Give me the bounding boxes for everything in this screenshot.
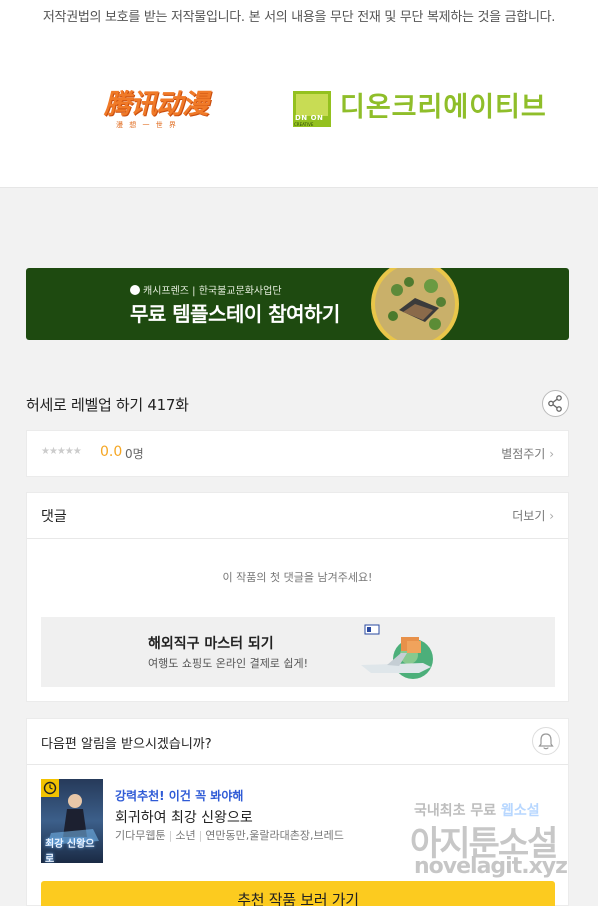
rate-button-label: 별점주기 <box>501 447 546 461</box>
overseas-shopping-ad[interactable]: 해외직구 마스터 되기 여행도 쇼핑도 온라인 결제로 쉽게! <box>41 617 555 687</box>
cashfriends-icon <box>130 285 140 295</box>
episode-title-row: 허세로 레벨업 하기 417화 <box>26 390 569 418</box>
tencent-comics-logo-tagline: 漫 想 一 世 界 <box>116 121 178 129</box>
dion-creative-badge: DN ON CREATIVE <box>293 91 331 127</box>
banner-sponsor: 캐시프렌즈 | 한국불교문화사업단 <box>130 282 282 297</box>
next-episode-prompt: 다음편 알림을 받으시겠습니까? <box>41 737 212 752</box>
recommend-category: 소년 <box>175 829 196 842</box>
cover-title-text: 최강 신왕으로 <box>45 839 95 863</box>
temple-illustration-icon <box>371 268 459 340</box>
next-episode-header: 다음편 알림을 받으시겠습니까? <box>27 719 568 765</box>
recommend-title[interactable]: 회귀하여 최강 신왕으로 <box>115 807 253 827</box>
comments-more-button[interactable]: 더보기 › <box>512 507 554 524</box>
ad-subtitle: 여행도 쇼핑도 온라인 결제로 쉽게! <box>148 657 309 670</box>
tencent-comics-logo: 腾讯动漫 漫 想 一 世 界 <box>104 90 234 136</box>
rating-score: 0.0 <box>100 444 123 460</box>
comments-empty-message: 이 작품의 첫 댓글을 남겨주세요! <box>222 571 373 584</box>
chevron-right-icon: › <box>549 447 554 461</box>
rating-count: 0명 <box>125 447 144 461</box>
comments-title: 댓글 <box>41 509 67 525</box>
airplane-globe-icon <box>361 624 433 679</box>
notification-toggle[interactable] <box>532 727 560 755</box>
chevron-right-icon: › <box>549 509 554 523</box>
episode-title: 허세로 레벨업 하기 417화 <box>26 396 189 414</box>
recommend-genre: 기다무웹툰 <box>115 829 166 842</box>
site-watermark: 국내최초 무료 웹소설 아지툰소설 novelagit.xyz <box>410 800 580 884</box>
watermark-line3: novelagit.xyz <box>414 854 568 879</box>
copyright-section: 저작권법의 보호를 받는 저작물입니다. 본 서의 내용을 무단 전재 및 무단… <box>0 0 598 188</box>
tencent-comics-logo-text: 腾讯动漫 <box>104 89 209 120</box>
see-recommended-button[interactable]: 추천 작품 보러 가기 <box>41 881 555 906</box>
rating-card: ★★★★★ 0.0 0명 별점주기 › <box>26 430 569 477</box>
share-button[interactable] <box>542 390 569 417</box>
comments-card: 댓글 더보기 › 이 작품의 첫 댓글을 남겨주세요! 해외직구 마스터 되기 … <box>26 492 569 702</box>
recommend-tag: 강력추천! 이건 꼭 봐야해 <box>115 789 244 803</box>
banner-sponsor-text: 캐시프렌즈 | 한국불교문화사업단 <box>143 286 282 297</box>
comments-header: 댓글 더보기 › <box>27 493 568 539</box>
dion-creative-logo: DN ON CREATIVE 디온크리에이티브 <box>293 91 553 131</box>
dion-creative-name: 디온크리에이티브 <box>340 92 547 123</box>
recommended-cover[interactable]: 최강 신왕으로 <box>41 779 103 863</box>
rate-button[interactable]: 별점주기 › <box>501 445 554 462</box>
comments-more-label: 더보기 <box>512 509 546 523</box>
ad-title: 해외직구 마스터 되기 <box>148 636 274 652</box>
dion-creative-badge-sub: CREATIVE <box>294 122 314 127</box>
banner-headline: 무료 템플스테이 참여하기 <box>130 302 340 326</box>
copyright-notice: 저작권법의 보호를 받는 저작물입니다. 본 서의 내용을 무단 전재 및 무단… <box>42 10 556 25</box>
recommend-tags: 연만동만,울랄라대촌장,브레드 <box>205 829 344 842</box>
dion-creative-badge-text: DN ON <box>295 114 324 122</box>
bell-icon <box>538 733 554 750</box>
share-icon <box>548 395 562 412</box>
rating-stars[interactable]: ★★★★★ <box>41 446 82 457</box>
recommend-meta: 기다무웹툰 | 소년 | 연만동만,울랄라대촌장,브레드 <box>115 829 344 842</box>
templestay-ad-banner[interactable]: 캐시프렌즈 | 한국불교문화사업단 무료 템플스테이 참여하기 <box>26 268 569 340</box>
